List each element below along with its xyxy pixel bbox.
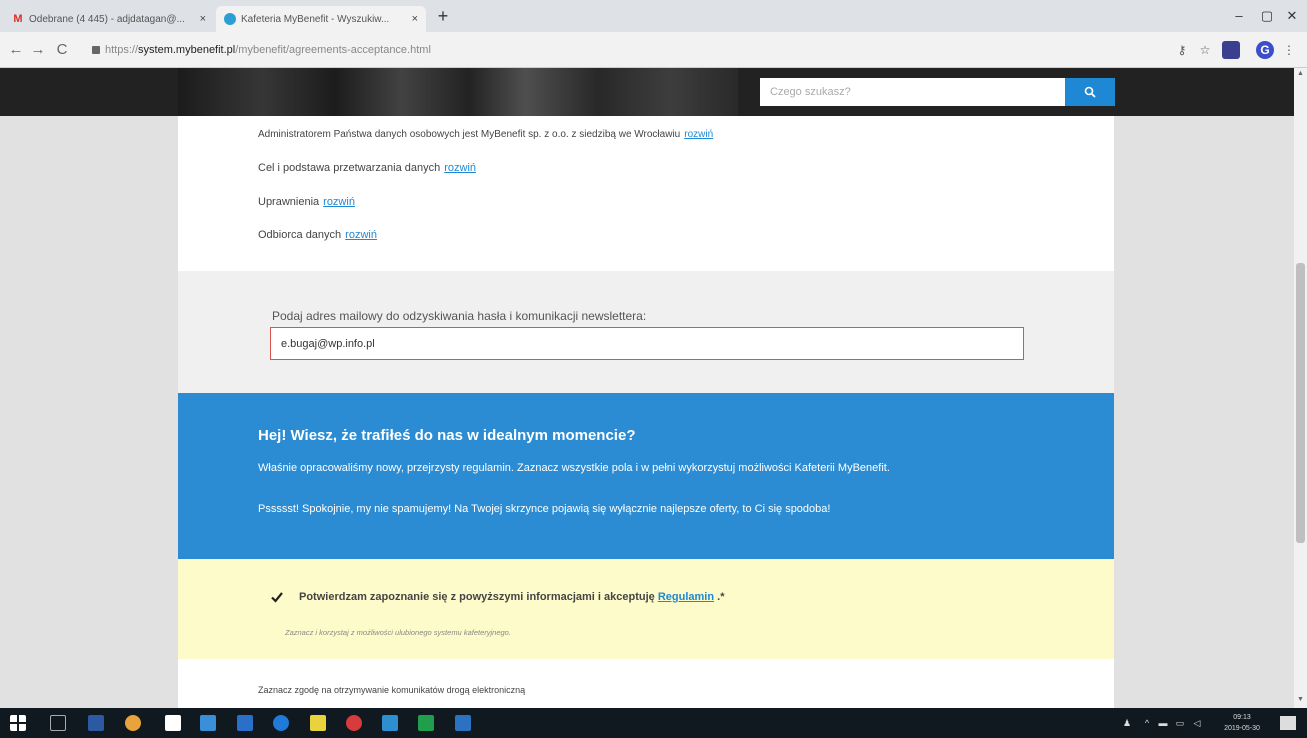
- url-bar[interactable]: https://system.mybenefit.pl/mybenefit/ag…: [92, 39, 1142, 61]
- gmail-icon: M: [13, 13, 23, 25]
- checkmark-icon[interactable]: [270, 590, 284, 604]
- key-icon[interactable]: ⚷: [1173, 41, 1191, 59]
- administrator-text: Administratorem Państwa danych osobowych…: [258, 129, 681, 140]
- app-icon[interactable]: [346, 715, 362, 731]
- excel-icon[interactable]: [418, 715, 434, 731]
- bookmark-star-icon[interactable]: ☆: [1196, 41, 1214, 59]
- clock-date: 2019-05-30: [1224, 725, 1260, 732]
- agreements-form: Administratorem Państwa danych osobowych…: [178, 116, 1114, 708]
- tab-close-icon[interactable]: ×: [200, 13, 206, 25]
- search-button[interactable]: [1065, 78, 1115, 106]
- scroll-down-icon[interactable]: ▼: [1294, 696, 1307, 706]
- app-icon[interactable]: [455, 715, 471, 731]
- back-button[interactable]: ←: [6, 40, 26, 60]
- menu-kebab-icon[interactable]: ⋮: [1280, 41, 1298, 59]
- volume-icon[interactable]: ◁: [1190, 715, 1204, 731]
- promo-paragraph: Pssssst! Spokojnie, my nie spamujemy! Na…: [258, 503, 831, 515]
- email-section: Podaj adres mailowy do odzyskiwania hasł…: [178, 271, 1114, 393]
- windows-start-icon[interactable]: [10, 715, 26, 731]
- app-icon[interactable]: [382, 715, 398, 731]
- search-icon: [1084, 86, 1096, 98]
- url-scheme: https://: [105, 44, 139, 56]
- page-scrollbar[interactable]: ▲ ▼: [1294, 68, 1307, 708]
- app-icon[interactable]: [88, 715, 104, 731]
- windows-taskbar: ♟ ^ ▬ ▭ ◁ 09:13 2019-05-30: [0, 708, 1307, 738]
- close-window-button[interactable]: ✕: [1275, 4, 1307, 28]
- page-viewport: Administratorem Państwa danych osobowych…: [0, 68, 1294, 708]
- search-input[interactable]: [760, 78, 1065, 106]
- tab-close-icon[interactable]: ×: [412, 13, 418, 25]
- required-marker: .*: [714, 591, 725, 603]
- administrator-info: Administratorem Państwa danych osobowych…: [258, 129, 713, 140]
- address-bar-row: ← → C https://system.mybenefit.pl/mybene…: [0, 32, 1307, 68]
- url-path: /mybenefit/agreements-acceptance.html: [235, 44, 431, 56]
- data-processing-info: Administratorem Państwa danych osobowych…: [178, 116, 1114, 271]
- expand-link[interactable]: rozwiń: [684, 129, 713, 140]
- system-clock[interactable]: 09:13 2019-05-30: [1218, 712, 1266, 734]
- extension-icon[interactable]: [1222, 41, 1240, 59]
- expand-link[interactable]: rozwiń: [444, 162, 476, 174]
- tab-mybenefit[interactable]: Kafeteria MyBenefit - Wyszukiw... ×: [216, 6, 426, 32]
- notifications-icon[interactable]: [1280, 716, 1296, 730]
- tab-gmail[interactable]: M Odebrane (4 445) - adjdatagan@... ×: [4, 6, 214, 32]
- app-icon[interactable]: [200, 715, 216, 731]
- scroll-thumb[interactable]: [1296, 263, 1305, 543]
- expand-link[interactable]: rozwiń: [323, 196, 355, 208]
- task-view-icon[interactable]: [50, 715, 66, 731]
- promo-paragraph: Właśnie opracowaliśmy nowy, przejrzysty …: [258, 462, 890, 474]
- clock-time: 09:13: [1233, 714, 1251, 721]
- tab-title: Odebrane (4 445) - adjdatagan@...: [29, 13, 185, 25]
- url-host: system.mybenefit.pl: [138, 44, 236, 56]
- app-icon[interactable]: [273, 715, 289, 731]
- scroll-up-icon[interactable]: ▲: [1294, 70, 1307, 80]
- terms-text: Potwierdzam zapoznanie się z powyższymi …: [299, 591, 655, 603]
- purpose-info: Cel i podstawa przetwarzania danych rozwi…: [258, 162, 476, 174]
- network-icon[interactable]: ▬: [1156, 715, 1170, 731]
- edge-icon[interactable]: [237, 715, 253, 731]
- rights-text: Uprawnienia: [258, 196, 320, 208]
- purpose-text: Cel i podstawa przetwarzania danych: [258, 162, 441, 174]
- profile-avatar-icon[interactable]: G: [1256, 41, 1274, 59]
- email-field[interactable]: [270, 327, 1024, 360]
- promo-banner: Hej! Wiesz, że trafiłeś do nas w idealny…: [178, 393, 1114, 559]
- recipients-info: Odbiorca danych rozwiń: [258, 229, 377, 241]
- chrome-icon[interactable]: [125, 715, 141, 731]
- electronic-consent-section: Zaznacz zgodę na otrzymywanie komunikató…: [178, 659, 1114, 708]
- site-favicon-icon: [224, 13, 236, 25]
- forward-button[interactable]: →: [28, 40, 48, 60]
- app-icon[interactable]: [310, 715, 326, 731]
- terms-note: Zaznacz i korzystaj z możliwości ulubion…: [285, 628, 511, 637]
- recipients-text: Odbiorca danych: [258, 229, 342, 241]
- store-icon[interactable]: [165, 715, 181, 731]
- reload-button[interactable]: C: [52, 40, 72, 60]
- electronic-consent-text: Zaznacz zgodę na otrzymywanie komunikató…: [258, 685, 526, 695]
- terms-link[interactable]: Regulamin: [658, 591, 714, 603]
- url-text: https://system.mybenefit.pl/mybenefit/ag…: [105, 44, 431, 56]
- promo-title: Hej! Wiesz, że trafiłeś do nas w idealny…: [258, 427, 636, 444]
- terms-checkbox-label[interactable]: Potwierdzam zapoznanie się z powyższymi …: [299, 591, 724, 603]
- people-icon[interactable]: ♟: [1120, 715, 1134, 731]
- battery-icon[interactable]: ▭: [1173, 715, 1187, 731]
- terms-acceptance-section: Potwierdzam zapoznanie się z powyższymi …: [178, 559, 1114, 659]
- email-label: Podaj adres mailowy do odzyskiwania hasł…: [272, 309, 647, 323]
- site-header: [0, 68, 1294, 116]
- browser-tab-bar: M Odebrane (4 445) - adjdatagan@... × Ka…: [0, 0, 1307, 32]
- header-banner-image: [178, 68, 738, 116]
- rights-info: Uprawnienia rozwiń: [258, 196, 355, 208]
- tab-title: Kafeteria MyBenefit - Wyszukiw...: [241, 13, 390, 25]
- expand-link[interactable]: rozwiń: [345, 229, 377, 241]
- new-tab-button[interactable]: +: [432, 6, 454, 28]
- lock-icon: [92, 46, 100, 54]
- tray-expand-icon[interactable]: ^: [1142, 715, 1152, 731]
